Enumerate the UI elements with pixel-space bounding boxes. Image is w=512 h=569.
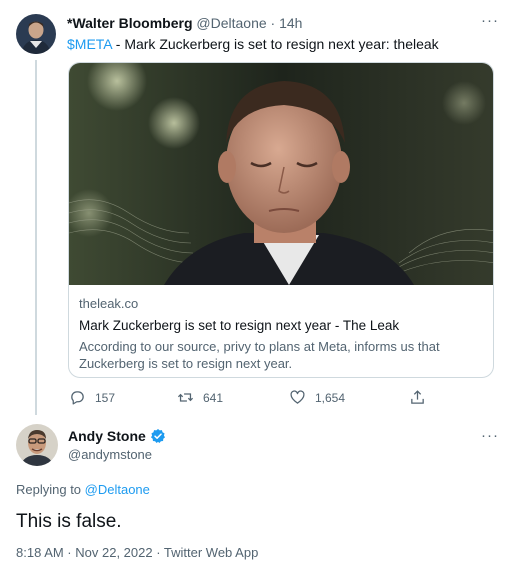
like-icon: [290, 390, 305, 404]
author-name[interactable]: *Walter Bloomberg: [67, 15, 193, 31]
retweet-icon: [177, 393, 194, 402]
retweet-count: 641: [203, 390, 224, 405]
card-image: [69, 63, 493, 285]
quoted-tweet-header: *Walter Bloomberg @Deltaone · 14h: [67, 15, 302, 31]
reply-author-handle[interactable]: @andymstone: [68, 447, 152, 462]
more-options-icon[interactable]: ···: [481, 12, 499, 29]
like-count: 1,654: [315, 390, 346, 405]
avatar-walter-bloomberg[interactable]: [16, 14, 56, 54]
author-handle[interactable]: @Deltaone: [196, 15, 266, 31]
replying-to-line: Replying to @Deltaone: [16, 482, 150, 497]
share-icon: [411, 390, 424, 404]
tweet-timestamp-source[interactable]: 8:18 AM · Nov 22, 2022 · Twitter Web App: [16, 545, 258, 560]
reply-author-name[interactable]: Andy Stone: [68, 428, 146, 444]
reply-icon: [71, 391, 84, 405]
replying-to-link[interactable]: @Deltaone: [85, 482, 150, 497]
card-title: Mark Zuckerberg is set to resign next ye…: [79, 318, 400, 333]
verified-badge-icon: [150, 429, 165, 443]
link-preview-card[interactable]: theleak.co Mark Zuckerberg is set to res…: [68, 62, 494, 378]
tweet-time[interactable]: 14h: [279, 15, 302, 31]
retweet-button[interactable]: 641: [177, 389, 223, 406]
share-button[interactable]: [409, 389, 435, 406]
quoted-tweet-text: $META - Mark Zuckerberg is set to resign…: [67, 36, 439, 52]
card-description: According to our source, privy to plans …: [79, 339, 440, 371]
card-domain: theleak.co: [79, 296, 139, 311]
reply-count: 157: [95, 390, 116, 405]
replying-prefix: Replying to: [16, 482, 85, 497]
reply-author-name-row: Andy Stone: [68, 428, 166, 444]
avatar-andy-stone[interactable]: [16, 424, 58, 466]
tweet-text-body: - Mark Zuckerberg is set to resign next …: [111, 36, 439, 52]
cashtag-link[interactable]: $META: [67, 36, 112, 52]
reply-tweet-text: This is false.: [16, 511, 122, 532]
thread-connector-line: [35, 60, 37, 415]
reply-button[interactable]: 157: [69, 389, 115, 406]
more-options-icon[interactable]: ···: [481, 427, 499, 444]
separator: ·: [270, 15, 276, 31]
like-button[interactable]: 1,654: [289, 389, 345, 406]
